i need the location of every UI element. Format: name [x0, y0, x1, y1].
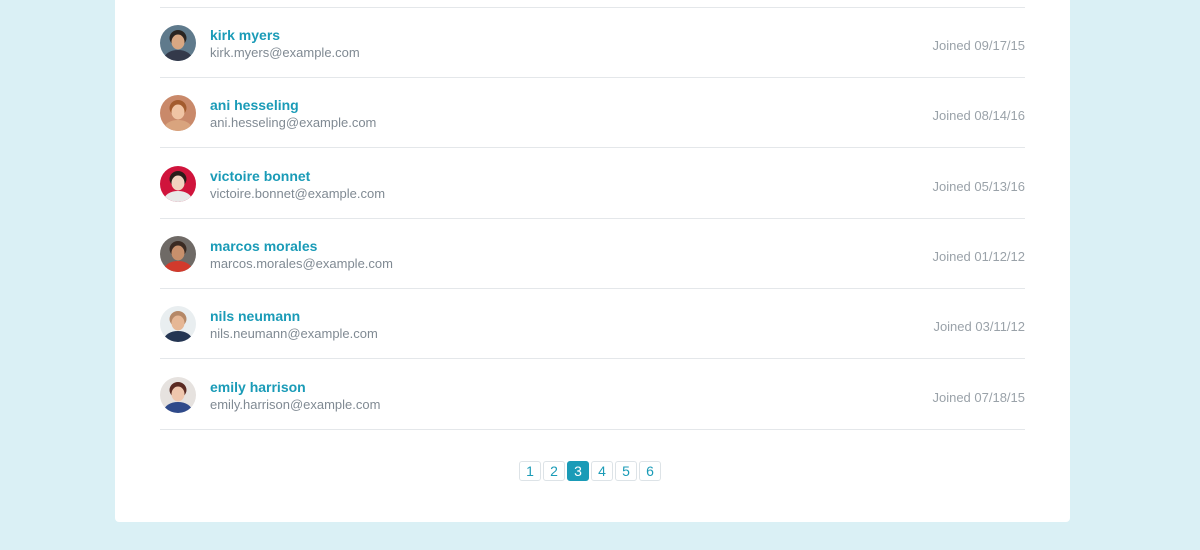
avatar[interactable]: [160, 95, 196, 132]
user-name-link[interactable]: victoire bonnet: [210, 168, 310, 184]
user-email: kirk.myers@example.com: [210, 45, 360, 60]
list-item: ani hesseling ani.hesseling@example.com Jo…: [160, 78, 1025, 149]
joined-date: Joined 01/12/12: [932, 248, 1025, 264]
user-email: victoire.bonnet@example.com: [210, 185, 386, 201]
list-item: kirk myers kirk.myers@example.com Joined 0…: [160, 8, 1025, 78]
avatar[interactable]: [160, 235, 196, 272]
page-button-4[interactable]: 4: [591, 461, 613, 481]
avatar[interactable]: [160, 306, 196, 343]
user-email: ani.hesseling@example.com: [210, 115, 377, 131]
list-item: emily harrison emily.harrison@example.com…: [160, 360, 1025, 430]
page-button-1[interactable]: 1: [519, 461, 541, 481]
avatar[interactable]: [160, 376, 196, 413]
page-button-6[interactable]: 6: [639, 461, 661, 481]
user-email: nils.neumann@example.com: [210, 326, 378, 342]
page-button-2[interactable]: 2: [543, 461, 565, 481]
user-name-link[interactable]: emily harrison: [210, 379, 306, 395]
joined-date: Joined 08/14/16: [932, 108, 1025, 124]
page-button-3[interactable]: 3: [567, 461, 589, 481]
pagination: 123456: [519, 461, 661, 481]
user-list-card: kirk myers kirk.myers@example.com Joined 0…: [115, 0, 1070, 522]
joined-date: Joined 09/17/15: [932, 38, 1025, 53]
list-item: nils neumann nils.neumann@example.com Join…: [160, 289, 1025, 360]
joined-date: Joined 07/18/15: [932, 389, 1025, 405]
joined-date: Joined 03/11/12: [933, 319, 1025, 335]
user-email: emily.harrison@example.com: [210, 396, 381, 412]
user-email: marcos.morales@example.com: [210, 255, 393, 271]
list-item: marcos morales marcos.morales@example.com…: [160, 219, 1025, 289]
user-name-link[interactable]: marcos morales: [210, 238, 317, 254]
page-button-5[interactable]: 5: [615, 461, 637, 481]
list-item: victoire bonnet victoire.bonnet@example.c…: [160, 149, 1025, 219]
avatar[interactable]: [160, 25, 196, 61]
user-name-link[interactable]: ani hesseling: [210, 97, 299, 113]
user-name-link[interactable]: kirk myers: [210, 27, 280, 43]
avatar[interactable]: [160, 165, 196, 202]
user-name-link[interactable]: nils neumann: [210, 308, 300, 324]
joined-date: Joined 05/13/16: [932, 178, 1025, 194]
